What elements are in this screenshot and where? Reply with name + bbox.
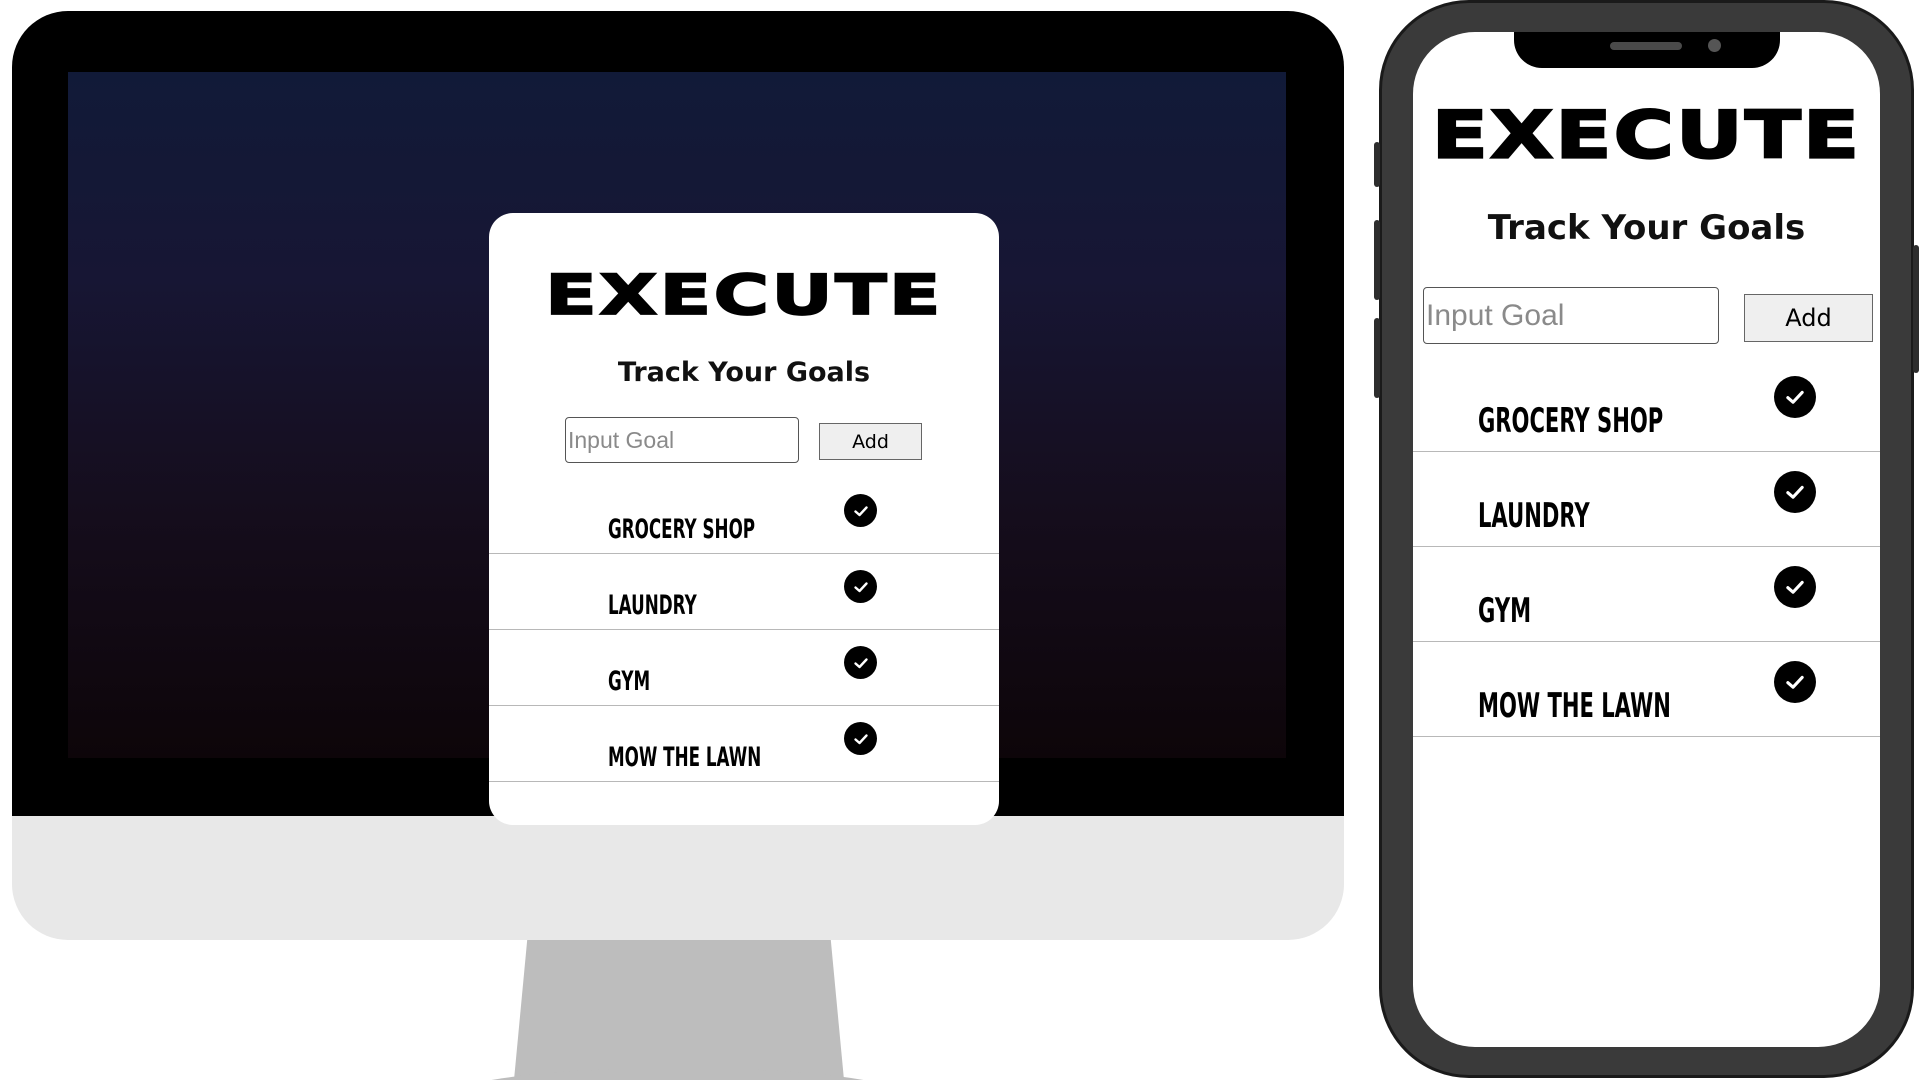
check-circle-icon[interactable] [1774, 566, 1816, 608]
phone-mute-switch [1374, 142, 1380, 187]
goal-label: LAUNDRY [608, 590, 697, 621]
goal-label: GYM [608, 666, 651, 697]
check-circle-icon[interactable] [844, 646, 877, 679]
goal-input[interactable] [565, 417, 799, 463]
desktop-app-card: EXECUTE Track Your Goals Add GROCERY SHO… [489, 213, 999, 825]
goal-label: GROCERY SHOP [1478, 401, 1664, 441]
desktop-monitor-chin [12, 816, 1344, 940]
goal-row: MOW THE LAWN [1413, 642, 1880, 737]
check-circle-icon[interactable] [1774, 661, 1816, 703]
phone-volume-down-button [1374, 318, 1380, 398]
check-circle-icon[interactable] [844, 570, 877, 603]
camera-icon [1708, 39, 1721, 52]
app-title: EXECUTE [1430, 95, 1862, 174]
goal-list: GROCERY SHOP LAUNDRY GYM MOW THE LAWN [1413, 357, 1880, 737]
desktop-screen: EXECUTE Track Your Goals Add GROCERY SHO… [68, 72, 1286, 825]
device-mockup-stage: EXECUTE Track Your Goals Add GROCERY SHO… [0, 0, 1920, 1080]
phone-power-button [1913, 245, 1919, 373]
phone-notch [1514, 32, 1780, 68]
add-goal-button[interactable]: Add [819, 423, 922, 460]
goal-row: GYM [1413, 547, 1880, 642]
phone-app-screen: EXECUTE Track Your Goals Add GROCERY SHO… [1413, 32, 1880, 1047]
app-subtitle: Track Your Goals [1487, 208, 1806, 248]
check-circle-icon[interactable] [1774, 376, 1816, 418]
app-subtitle: Track Your Goals [617, 357, 871, 388]
app-title: EXECUTE [544, 263, 943, 328]
goal-row: GROCERY SHOP [1413, 357, 1880, 452]
add-goal-button[interactable]: Add [1744, 294, 1873, 342]
phone-volume-up-button [1374, 220, 1380, 300]
goal-label: LAUNDRY [1478, 496, 1590, 536]
goal-list: GROCERY SHOP LAUNDRY GYM MOW THE LAWN [489, 478, 999, 782]
goal-input[interactable] [1423, 287, 1719, 344]
check-circle-icon[interactable] [844, 722, 877, 755]
goal-row: GROCERY SHOP [489, 478, 999, 554]
check-circle-icon[interactable] [844, 494, 877, 527]
goal-label: GROCERY SHOP [608, 514, 756, 545]
goal-row: MOW THE LAWN [489, 706, 999, 782]
goal-row: GYM [489, 630, 999, 706]
check-circle-icon[interactable] [1774, 471, 1816, 513]
goal-row: LAUNDRY [1413, 452, 1880, 547]
goal-label: GYM [1478, 591, 1532, 631]
goal-label: MOW THE LAWN [1478, 686, 1671, 726]
goal-row: LAUNDRY [489, 554, 999, 630]
speaker-icon [1610, 42, 1682, 50]
goal-label: MOW THE LAWN [608, 742, 762, 773]
desktop-monitor-stand-neck [514, 940, 844, 1080]
